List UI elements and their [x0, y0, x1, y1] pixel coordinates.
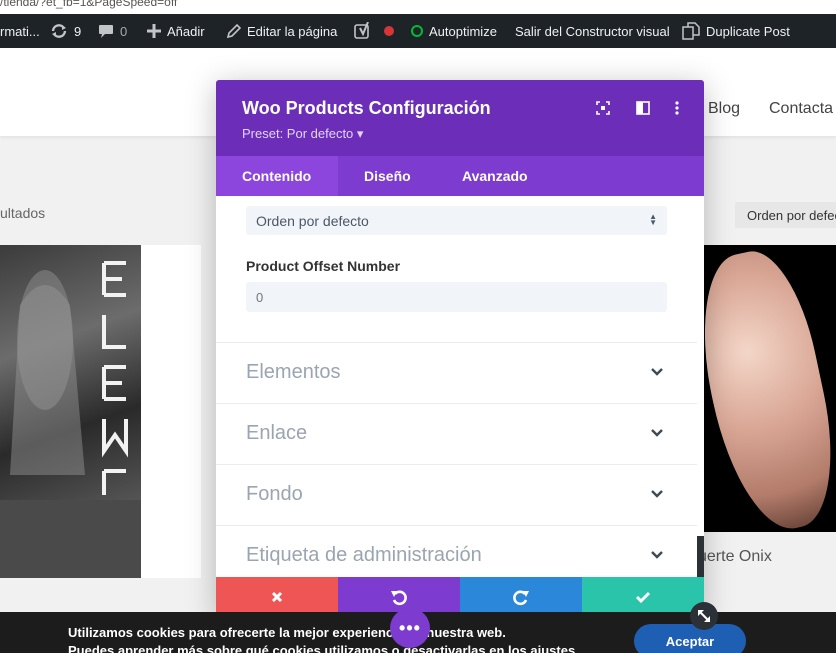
tab-design-label: Diseño: [364, 168, 411, 184]
admin-bar: rmati... 9 0 Añadir Editar la página Aut…: [0, 14, 836, 48]
exit-builder-label: Salir del Constructor visual: [515, 23, 670, 39]
comments-count: 0: [120, 23, 128, 39]
resize-arrows-icon: [698, 610, 710, 622]
url-text: /tienda/?et_fb=1&PageSpeed=off: [0, 0, 178, 9]
redo-button[interactable]: [460, 577, 582, 617]
updates-count: 9: [74, 23, 82, 39]
modal-body: Orden por defecto ▲ ▼ Product Offset Numb…: [216, 196, 704, 577]
duplicate-icon: [682, 22, 700, 40]
yoast-icon: [354, 22, 369, 39]
nav-link-contact[interactable]: Contacta: [769, 100, 833, 118]
results-count-text: ultados: [0, 205, 46, 221]
discard-button[interactable]: [216, 577, 338, 617]
modal-footer: [216, 577, 704, 617]
duplicate-post-label: Duplicate Post: [706, 23, 790, 39]
module-settings-modal: Woo Products Configuración Preset: Por d…: [216, 80, 704, 617]
product-image-left[interactable]: [0, 245, 141, 578]
modal-scrollbar[interactable]: [697, 536, 704, 577]
sort-select[interactable]: Orden por defecto: [735, 202, 836, 228]
toggle-elements-label: Elementos: [246, 361, 341, 383]
pencil-icon: [226, 23, 241, 38]
save-button[interactable]: [582, 577, 704, 617]
seo-status-dot-icon: [384, 26, 394, 36]
toggle-link-label: Enlace: [246, 422, 308, 444]
comment-icon: [99, 24, 113, 38]
comments-item[interactable]: 0: [98, 14, 127, 48]
modal-header: Woo Products Configuración Preset: Por d…: [216, 80, 704, 156]
yoast-item[interactable]: [354, 14, 372, 48]
product-image-art: [0, 261, 141, 578]
autoptimize-label: Autoptimize: [429, 23, 497, 39]
admin-bar-item-left-label: rmati...: [0, 23, 40, 39]
tab-content-label: Contenido: [242, 168, 312, 184]
more-dots-icon: •••: [399, 617, 421, 638]
order-select-value: Orden por defecto: [256, 213, 369, 229]
autoptimize-status-icon: [411, 25, 423, 37]
toggle-link[interactable]: Enlace: [216, 403, 697, 464]
admin-bar-item-left[interactable]: rmati...: [0, 14, 40, 48]
expand-icon[interactable]: [595, 100, 611, 116]
tab-advanced-label: Avanzado: [462, 168, 528, 184]
redo-icon: [513, 590, 529, 606]
cookie-text: Utilizamos cookies para ofrecerte la mej…: [68, 624, 628, 653]
cookie-accept-button[interactable]: Aceptar: [634, 624, 746, 653]
sort-select-value: Orden por defecto: [747, 208, 836, 223]
seo-status-item[interactable]: [384, 14, 394, 48]
plus-icon: [147, 24, 161, 38]
cookie-accept-label: Aceptar: [665, 633, 715, 649]
chevron-down-icon: [651, 429, 663, 437]
nav-link-blog[interactable]: Blog: [708, 100, 740, 118]
chevron-down-icon: [651, 551, 663, 559]
offset-field-label: Product Offset Number: [246, 258, 401, 274]
chevron-down-icon: [651, 368, 663, 376]
more-options-icon[interactable]: [669, 100, 685, 116]
modal-title: Woo Products Configuración: [242, 98, 491, 118]
add-new-item[interactable]: Añadir: [147, 14, 205, 48]
add-new-label: Añadir: [167, 23, 205, 39]
cookie-line-2: Puedes aprender más sobre qué cookies ut…: [68, 643, 579, 653]
edit-page-label: Editar la página: [247, 23, 338, 39]
split-view-icon[interactable]: [635, 100, 651, 116]
product-image-right[interactable]: [704, 245, 836, 532]
url-strip: /tienda/?et_fb=1&PageSpeed=off: [0, 0, 836, 14]
edit-page-item[interactable]: Editar la página: [226, 14, 337, 48]
duplicate-post-item[interactable]: Duplicate Post: [682, 14, 790, 48]
cookie-line-1: Utilizamos cookies para ofrecerte la mej…: [68, 625, 506, 640]
check-icon: [635, 591, 651, 604]
toggle-admin-label[interactable]: Etiqueta de administración: [216, 525, 697, 577]
preset-selector[interactable]: Preset: Por defecto ▾: [242, 126, 363, 142]
offset-input[interactable]: [246, 282, 667, 312]
chevron-down-icon: [651, 490, 663, 498]
tab-advanced[interactable]: Avanzado: [462, 156, 528, 196]
exit-builder-item[interactable]: Salir del Constructor visual: [515, 14, 670, 48]
modal-tabs: Contenido Diseño Avanzado: [216, 156, 704, 196]
undo-icon: [391, 590, 407, 606]
onyx-stone-image: [704, 245, 836, 532]
modal-resize-handle[interactable]: [690, 602, 718, 630]
updates-item[interactable]: 9: [50, 14, 81, 48]
autoptimize-item[interactable]: Autoptimize: [411, 14, 497, 48]
tab-design[interactable]: Diseño: [364, 156, 411, 196]
toggle-background-label: Fondo: [246, 483, 303, 505]
toggle-admin-label-label: Etiqueta de administración: [246, 544, 482, 566]
close-icon: [271, 591, 283, 603]
order-select[interactable]: Orden por defecto ▲ ▼: [246, 206, 667, 235]
builder-menu-button[interactable]: •••: [390, 608, 430, 648]
toggle-background[interactable]: Fondo: [216, 464, 697, 525]
toggle-elements[interactable]: Elementos: [216, 342, 697, 403]
select-arrows-icon: ▲ ▼: [649, 212, 657, 227]
tab-content[interactable]: Contenido: [216, 156, 338, 196]
updates-icon: [51, 24, 67, 38]
